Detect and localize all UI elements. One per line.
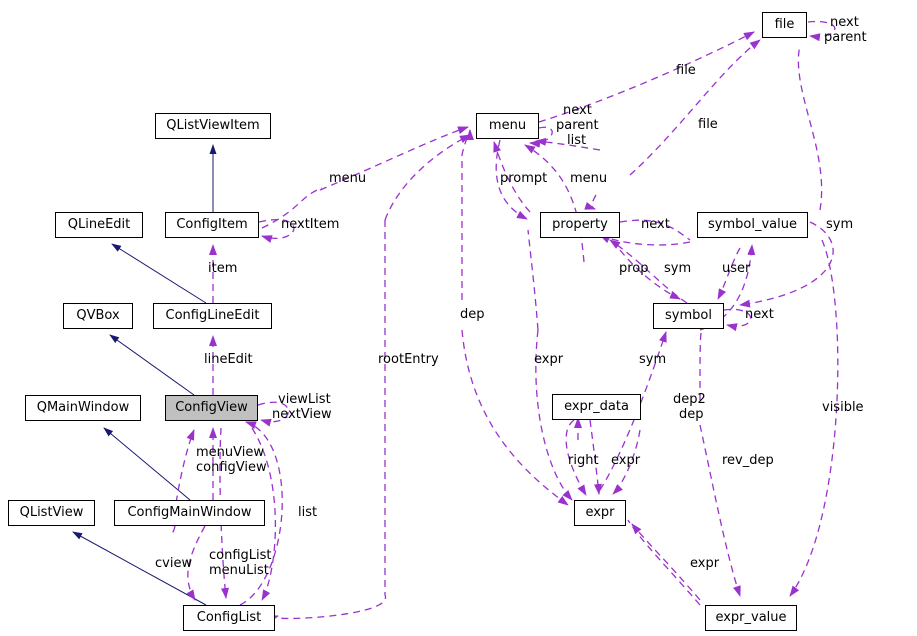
edge-label-l-next-sym: next	[745, 307, 774, 322]
edge-label-l-rev_dep: rev_dep	[722, 453, 774, 468]
edge-label-l-menu-prop: menu	[570, 171, 608, 186]
class-node-QListView[interactable]: QListView	[8, 500, 95, 526]
edge-label-l-prop: prop	[619, 261, 649, 276]
edge-property-file	[629, 39, 761, 176]
edge-label-l-dep-b: dep	[679, 407, 704, 422]
edge-label-l-sym-expr: sym	[639, 352, 667, 367]
edge-label-l-next-prop: next	[641, 217, 670, 232]
class-node-ConfigView[interactable]: ConfigView	[165, 395, 258, 421]
edge-layer	[72, 20, 839, 623]
edge-visible	[789, 239, 839, 597]
edge-label-l-nextItem: nextItem	[281, 217, 340, 232]
edge-label-l-menu-left: menu	[329, 171, 367, 186]
edge-rootentry-menu	[384, 134, 471, 221]
edge-menu-from-property	[524, 144, 585, 263]
edge-label-l-dep2: dep2	[673, 392, 706, 407]
class-node-expr_data[interactable]: expr_data	[552, 394, 641, 420]
class-node-ConfigList[interactable]: ConfigList	[183, 605, 275, 631]
class-node-menu[interactable]: menu	[476, 113, 539, 139]
class-node-QVBox[interactable]: QVBox	[63, 303, 133, 329]
class-node-QListViewItem[interactable]: QListViewItem	[155, 113, 271, 139]
class-node-QMainWindow[interactable]: QMainWindow	[25, 395, 141, 421]
edge-label-l-file-2: file	[698, 117, 718, 132]
class-node-symbol_value[interactable]: symbol_value	[697, 212, 808, 238]
edge-label-l-configList: configList	[209, 548, 272, 563]
edge-label-l-item: item	[208, 261, 238, 276]
edge-configlineedit-qlineedit	[111, 243, 207, 304]
class-node-file[interactable]: file	[762, 12, 807, 38]
class-node-ConfigItem[interactable]: ConfigItem	[165, 212, 259, 238]
edge-dep-menu	[461, 129, 474, 300]
edge-dep2-tail	[699, 331, 703, 401]
class-node-QLineEdit[interactable]: QLineEdit	[55, 212, 143, 238]
edge-label-l-list: list	[298, 505, 318, 520]
edge-label-l-expr-dep: expr	[534, 352, 564, 367]
edge-label-l-dep: dep	[460, 307, 485, 322]
edge-label-l-next-menu: next	[563, 103, 592, 118]
edge-label-l-list-menu: list	[567, 133, 587, 148]
edge-label-l-next-top: next	[830, 15, 859, 30]
edge-configmainwindow-qmainwindow	[103, 427, 191, 501]
edge-label-l-viewList: viewList	[278, 392, 331, 407]
edge-label-l-prompt: prompt	[500, 171, 548, 186]
class-node-property[interactable]: property	[540, 212, 620, 238]
edge-menu-prop-in	[584, 194, 597, 210]
edge-label-l-visible: visible	[822, 400, 864, 415]
class-node-ConfigMainWindow[interactable]: ConfigMainWindow	[114, 500, 265, 526]
class-node-ConfigLineEdit[interactable]: ConfigLineEdit	[153, 303, 272, 329]
edge-label-l-lineEdit: lineEdit	[204, 352, 253, 367]
edge-label-l-expr-bottom: expr	[690, 556, 720, 571]
edge-label-l-configView: configView	[196, 460, 267, 475]
edge-label-l-menuList: menuList	[209, 563, 269, 578]
edge-label-l-sym-right: sym	[826, 217, 854, 232]
usage-edges	[172, 20, 839, 623]
edge-label-l-menuView: menuView	[196, 445, 264, 460]
class-node-symbol[interactable]: symbol	[653, 303, 724, 329]
edge-label-l-file-1: file	[676, 63, 696, 78]
edge-label-l-nextView: nextView	[272, 407, 332, 422]
edge-label-l-right: right	[568, 453, 599, 468]
edge-label-l-rootEntry: rootEntry	[378, 352, 439, 367]
edge-label-l-user: user	[722, 261, 751, 276]
edge-configview-qvbox	[109, 334, 195, 396]
edge-label-l-parent-top: parent	[824, 30, 867, 45]
edge-expr-dep-tail	[527, 229, 539, 331]
class-node-expr_value[interactable]: expr_value	[705, 605, 797, 631]
edge-label-l-sym-mid: sym	[664, 261, 692, 276]
edge-sym-right-tail	[797, 44, 823, 211]
class-node-expr[interactable]: expr	[574, 500, 626, 526]
edge-label-l-parent-menu: parent	[556, 118, 599, 133]
collaboration-diagram: QListViewItem QLineEdit ConfigItem QVBox Con…	[0, 0, 917, 636]
edge-label-l-expr-right: expr	[611, 453, 641, 468]
edge-label-l-cview: cview	[155, 556, 193, 571]
